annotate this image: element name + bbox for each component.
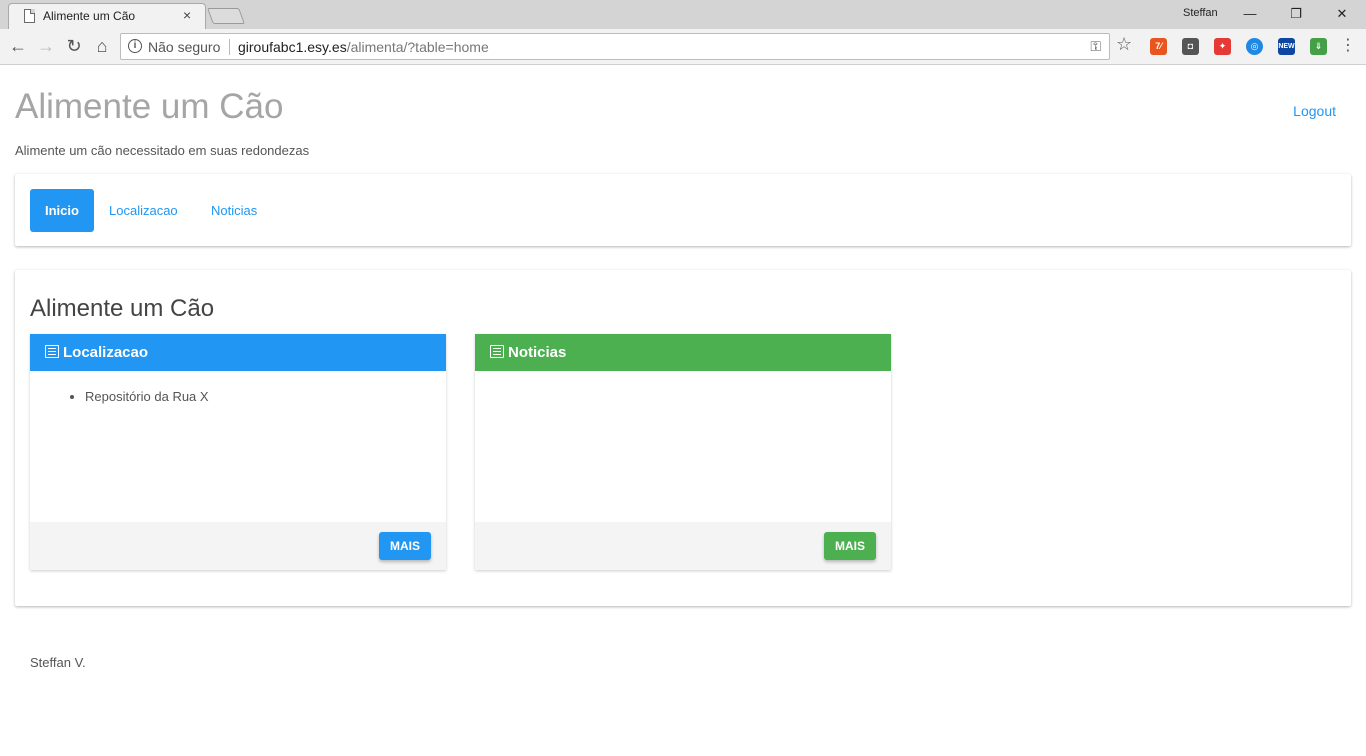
panel-noticias: Noticias MAIS [475,334,891,570]
info-icon[interactable]: i [128,39,142,53]
extension-icon-news[interactable]: NEW [1278,38,1295,55]
page-content: Alimente um Cão Logout Alimente um cão n… [0,66,1366,756]
panel-header-noticias: Noticias [475,334,891,371]
extension-icon-green-arrow[interactable]: ⇓ [1310,38,1327,55]
restore-icon[interactable]: ❐ [1276,3,1316,25]
extension-icon-colorwheel[interactable]: ✦ [1214,38,1231,55]
home-icon[interactable]: ⌂ [90,34,114,58]
nav-tab-inicio[interactable]: Inicio [30,189,94,232]
reload-icon[interactable]: ↻ [62,34,86,58]
panel-title: Localizacao [63,344,149,361]
key-icon[interactable]: ⚿ [1090,38,1101,55]
new-tab-button[interactable] [207,8,245,24]
main-card: Alimente um Cão Localizacao Repositório … [15,270,1351,606]
footer-text: Steffan V. [30,655,86,670]
address-bar[interactable]: i Não seguro giroufabc1.esy.es/alimenta/… [120,33,1110,60]
panel-body-noticias [475,371,891,521]
nav-tab-noticias[interactable]: Noticias [196,189,272,232]
list-icon [490,345,504,358]
extension-icon-orange[interactable]: 7⁄ [1150,38,1167,55]
browser-tab[interactable]: Alimente um Cão × [8,3,206,29]
extension-icon-dark[interactable]: ◘ [1182,38,1199,55]
mais-button-noticias[interactable]: MAIS [824,532,876,560]
close-tab-icon[interactable]: × [183,7,191,23]
back-icon[interactable]: ← [6,34,30,58]
url-host: giroufabc1.esy.es [238,39,347,55]
close-window-icon[interactable]: ✕ [1322,3,1362,25]
list-item: Repositório da Rua X [85,389,426,404]
mais-button-localizacao[interactable]: MAIS [379,532,431,560]
main-heading: Alimente um Cão [30,295,215,322]
panel-header-localizacao: Localizacao [30,334,446,371]
forward-icon[interactable]: → [34,34,58,58]
panel-footer-noticias: MAIS [475,522,891,570]
logout-link[interactable]: Logout [1293,103,1336,119]
nav-tab-localizacao[interactable]: Localizacao [94,189,193,232]
tab-title: Alimente um Cão [43,9,136,23]
panel-body-localizacao: Repositório da Rua X [30,371,446,521]
minimize-icon[interactable]: — [1230,3,1270,25]
extension-icon-blue-circle[interactable]: ◎ [1246,38,1263,55]
address-separator [229,39,230,55]
browser-titlebar: Alimente um Cão × Steffan — ❐ ✕ [0,0,1366,29]
url-text[interactable]: giroufabc1.esy.es/alimenta/?table=home [238,39,489,55]
browser-toolbar: ← → ↻ ⌂ i Não seguro giroufabc1.esy.es/a… [0,29,1366,65]
panel-title: Noticias [508,344,567,361]
profile-name[interactable]: Steffan [1183,7,1218,19]
panel-localizacao: Localizacao Repositório da Rua X MAIS [30,334,446,570]
page-icon [24,9,35,23]
browser-menu-icon[interactable]: ⋮ [1340,35,1356,55]
site-title: Alimente um Cão [15,87,284,126]
nav-card: Inicio Localizacao Noticias [15,174,1351,246]
site-subtitle: Alimente um cão necessitado em suas redo… [15,143,310,158]
bookmark-star-icon[interactable]: ☆ [1116,34,1132,55]
security-label[interactable]: Não seguro [148,39,220,55]
panel-footer-localizacao: MAIS [30,522,446,570]
url-path: /alimenta/?table=home [346,39,489,55]
list-icon [45,345,59,358]
